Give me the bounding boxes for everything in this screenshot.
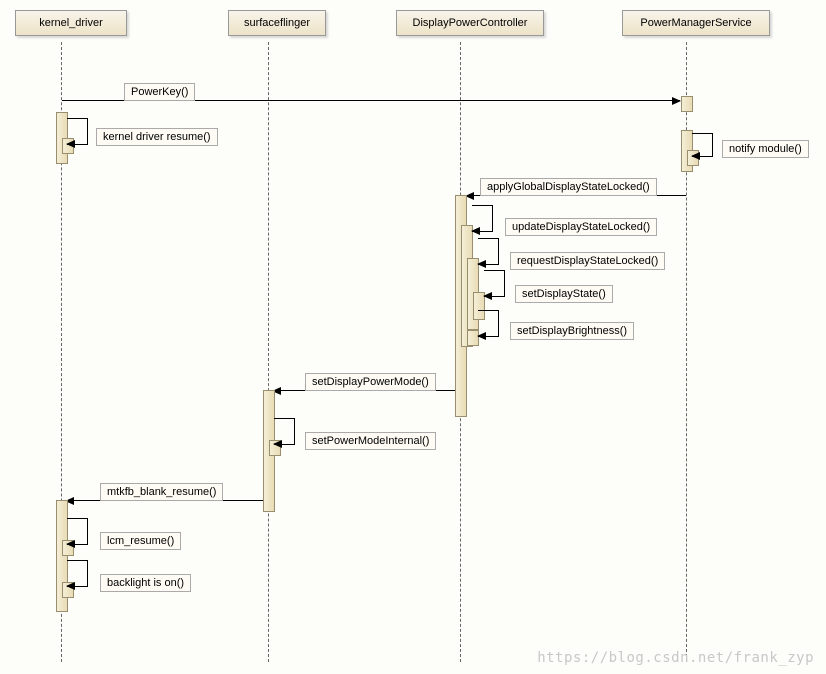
label-kernel-resume: kernel driver resume() (96, 128, 218, 146)
lifeline-sf (268, 42, 269, 662)
label-requestdsl: requestDisplayStateLocked() (510, 252, 665, 270)
selfcall-setpmi (274, 418, 295, 445)
label-updatedsl: updateDisplayStateLocked() (505, 218, 657, 236)
selfcall-notify (692, 133, 713, 157)
label-notify: notify module() (722, 140, 809, 158)
label-applyglobal: applyGlobalDisplayStateLocked() (480, 178, 657, 196)
watermark: https://blog.csdn.net/frank_zyp (537, 650, 814, 666)
participant-kernel-driver: kernel_driver (15, 10, 127, 36)
activation-pms-powerkey (681, 96, 693, 112)
label-lcm: lcm_resume() (100, 532, 181, 550)
selfcall-setdb (478, 310, 499, 337)
participant-display-power-controller: DisplayPowerController (396, 10, 544, 36)
label-setdpm: setDisplayPowerMode() (305, 373, 436, 391)
selfcall-requestdsl (478, 238, 499, 265)
label-backlight: backlight is on() (100, 574, 191, 592)
selfcall-backlight (67, 560, 88, 587)
selfcall-kernel-resume (67, 118, 88, 145)
label-setds: setDisplayState() (515, 285, 613, 303)
participant-surfaceflinger: surfaceflinger (228, 10, 326, 36)
selfcall-setds (484, 270, 505, 297)
label-setpmi: setPowerModeInternal() (305, 432, 436, 450)
selfcall-lcm (67, 518, 88, 545)
selfcall-updatedsl (472, 205, 493, 232)
label-setdb: setDisplayBrightness() (510, 322, 634, 340)
label-powerkey: PowerKey() (124, 83, 195, 101)
label-mtkfb: mtkfb_blank_resume() (100, 483, 223, 501)
participant-power-manager-service: PowerManagerService (622, 10, 770, 36)
